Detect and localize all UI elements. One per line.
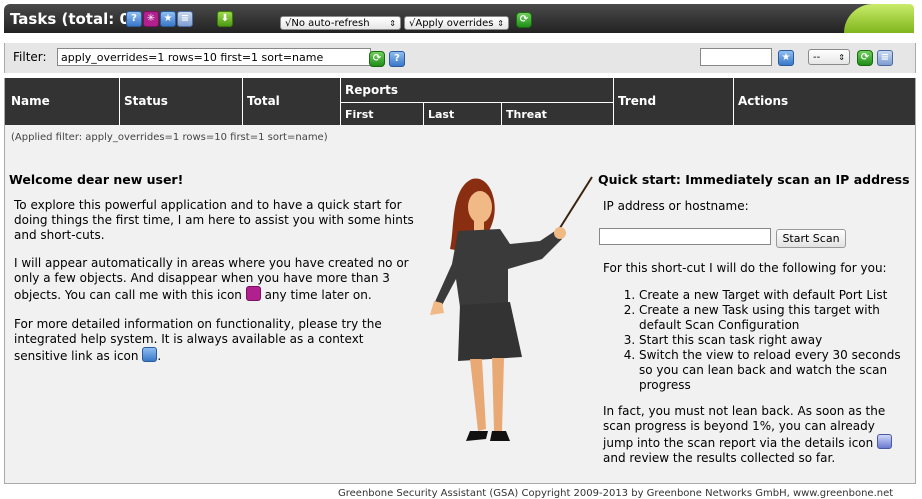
filter-select-value: -- [813,52,821,63]
face [468,191,492,223]
column-last[interactable]: Last [428,108,454,121]
auto-refresh-select[interactable]: √No auto-refresh ⇕ [280,16,401,30]
download-icon[interactable]: ⬇ [217,11,233,27]
filter-select[interactable]: -- ⇕ [808,49,850,65]
filter-input[interactable] [57,48,371,66]
shoe [490,431,510,441]
chevron-updown-icon: ⇕ [497,19,504,28]
leg [492,358,504,431]
column-divider [733,78,734,125]
filter-bar: Filter: ⟳ ? ★ -- ⇕ ⟳ ≡ [4,43,916,73]
step-item: Create a new Task using this target with… [639,303,903,333]
chevron-updown-icon: ⇕ [838,53,845,62]
new-filter-icon[interactable]: ★ [778,50,794,66]
column-total[interactable]: Total [247,94,280,108]
column-first[interactable]: First [345,108,374,121]
help-icon[interactable] [142,347,158,362]
column-divider [423,103,424,125]
neck [474,219,484,231]
column-divider [613,78,614,125]
quickstart-outro-tail: and review the results collected so far. [603,451,836,465]
hand [554,227,566,239]
welcome-paragraph-2: I will appear automatically in areas whe… [14,256,414,303]
welcome-heading: Welcome dear new user! [9,172,184,187]
column-divider [119,78,120,125]
page-header: Tasks (total: 0) ? ✳ ★ ≡ ⬇ √No auto-refr… [4,4,914,33]
details-icon[interactable] [877,434,893,449]
refresh-icon[interactable]: ⟳ [369,51,385,67]
welcome-paragraph-2-tail: any time later on. [264,288,372,302]
ip-label: IP address or hostname: [603,199,749,213]
help-icon[interactable]: ? [126,11,142,27]
skirt [458,302,522,361]
refresh-icon[interactable]: ⟳ [516,12,532,28]
content-panel: (Applied filter: apply_overrides=1 rows=… [4,125,916,484]
step-item: Start this scan task right away [639,333,903,348]
filter-label: Filter: [13,50,47,64]
new-task-icon[interactable]: ★ [160,11,176,27]
header-accent [844,4,914,33]
chevron-updown-icon: ⇕ [389,19,396,28]
column-status[interactable]: Status [124,94,168,108]
quickstart-outro-text: In fact, you must not lean back. As soon… [603,404,886,450]
step-item: Switch the view to reload every 30 secon… [639,348,903,393]
column-divider [242,78,243,125]
welcome-paragraph-3: For more detailed information on functio… [14,317,414,364]
ip-address-input[interactable] [599,228,771,245]
column-threat[interactable]: Threat [506,108,547,121]
row-divider [340,102,613,103]
quickstart-intro: For this short-cut I will do the followi… [603,261,887,275]
welcome-paragraph-3-text: For more detailed information on functio… [14,317,382,363]
refresh-icon[interactable]: ⟳ [857,50,873,66]
task-table-header: Name Status Total Reports First Last Thr… [4,78,916,125]
column-name[interactable]: Name [11,94,50,108]
auto-refresh-value: √No auto-refresh [285,18,370,29]
footer-copyright: Greenbone Security Assistant (GSA) Copyr… [338,488,894,499]
applied-filter-text: (Applied filter: apply_overrides=1 rows=… [11,132,328,143]
filter-list-icon[interactable]: ≡ [877,50,893,66]
quickstart-outro: In fact, you must not lean back. As soon… [603,404,903,466]
leg [470,359,486,431]
wizard-icon[interactable]: ✳ [143,11,159,27]
step-item: Create a new Target with default Port Li… [639,288,903,303]
overrides-select[interactable]: √Apply overrides ⇕ [404,16,509,30]
welcome-paragraph-1: To explore this powerful application and… [14,198,414,242]
overrides-value: √Apply overrides [409,18,494,29]
help-icon[interactable]: ? [389,51,405,67]
pointer-stick [557,176,593,232]
task-list-icon[interactable]: ≡ [177,11,193,27]
wizard-illustration [430,176,593,441]
filter-name-input[interactable] [700,48,772,66]
column-actions: Actions [738,94,789,108]
column-trend[interactable]: Trend [618,94,656,108]
column-divider [501,103,502,125]
page-title: Tasks (total: 0) [10,10,137,28]
wizard-icon[interactable] [245,286,261,301]
hand [430,301,444,315]
shoe [466,431,488,441]
quickstart-steps: Create a new Target with default Port Li… [603,288,903,393]
start-scan-button[interactable]: Start Scan [776,229,846,248]
quickstart-heading: Quick start: Immediately scan an IP addr… [598,172,910,187]
column-reports: Reports [345,83,399,97]
welcome-paragraph-3-tail: . [157,349,162,363]
